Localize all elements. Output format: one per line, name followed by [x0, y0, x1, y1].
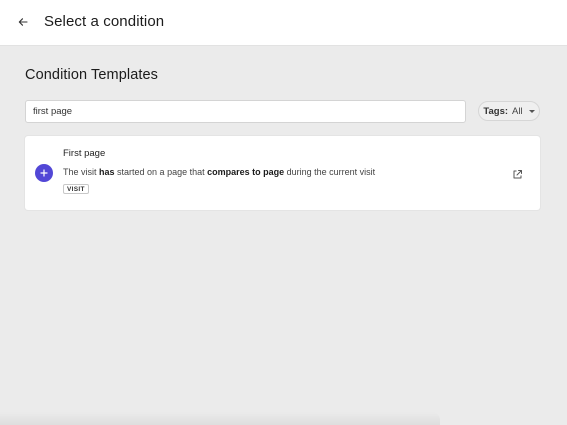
external-link-icon [513, 170, 522, 179]
caret-down-icon [528, 109, 535, 113]
template-tag-badge: VISIT [63, 184, 89, 194]
section-title: Condition Templates [25, 67, 159, 83]
page-title: Select a condition [44, 13, 165, 30]
desc-text-3: during the current visit [284, 167, 376, 177]
bottom-shadow [0, 412, 440, 425]
add-template-button[interactable] [35, 164, 53, 182]
tags-filter-label: Tags: [483, 105, 509, 117]
back-button[interactable] [14, 12, 32, 32]
plus-icon [40, 169, 48, 177]
desc-bold-1: has [99, 167, 115, 177]
desc-text-2: started on a page that [114, 167, 208, 177]
template-title: First page [63, 148, 106, 159]
search-input[interactable] [25, 100, 466, 123]
external-link-button[interactable] [512, 167, 523, 179]
template-description: The visit has started on a page that com… [63, 167, 375, 177]
desc-text-1: The visit [63, 167, 100, 177]
arrow-left-icon [18, 18, 28, 26]
desc-bold-2: compares to page [207, 167, 285, 177]
tags-filter-button[interactable]: Tags: All [478, 101, 540, 121]
tags-filter-value: All [512, 105, 523, 117]
template-card: First page The visit has started on a pa… [25, 136, 540, 210]
header-bar: Select a condition [0, 0, 567, 46]
